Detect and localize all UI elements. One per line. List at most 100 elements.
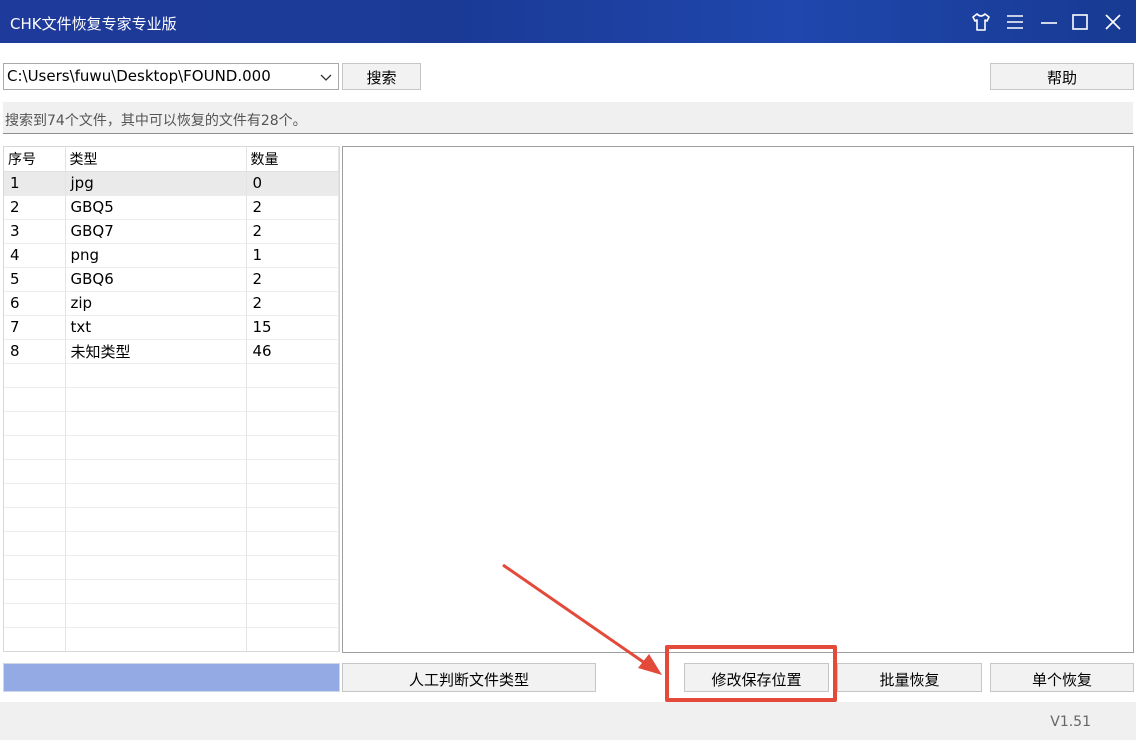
close-icon[interactable] <box>1102 11 1124 33</box>
empty-cell <box>4 387 66 412</box>
progress-fill <box>4 664 339 691</box>
cell-type: txt <box>65 315 247 340</box>
empty-cell <box>4 603 66 628</box>
empty-cell <box>65 459 247 484</box>
empty-cell <box>65 363 247 388</box>
status-bar: V1.51 <box>0 702 1136 740</box>
tshirt-icon[interactable] <box>970 11 992 33</box>
empty-cell <box>65 579 247 604</box>
file-preview-pane[interactable] <box>342 146 1134 653</box>
chevron-down-icon[interactable] <box>319 70 333 84</box>
cell-type: GBQ5 <box>65 195 247 220</box>
empty-cell <box>65 627 247 651</box>
cell-count: 46 <box>246 339 339 364</box>
empty-table-row <box>4 483 339 508</box>
change-save-location-button[interactable]: 修改保存位置 <box>684 663 829 692</box>
cell-index: 4 <box>4 243 66 268</box>
search-status-text: 搜索到74个文件，其中可以恢复的文件有28个。 <box>3 102 1133 134</box>
table-row[interactable]: 5 GBQ6 2 <box>4 267 339 292</box>
cell-count: 0 <box>246 171 339 196</box>
column-header-count[interactable]: 数量 <box>246 147 339 172</box>
empty-cell <box>246 483 339 508</box>
empty-table-row <box>4 435 339 460</box>
column-header-type[interactable]: 类型 <box>65 147 247 172</box>
table-row[interactable]: 3 GBQ7 2 <box>4 219 339 244</box>
version-label: V1.51 <box>1050 714 1091 730</box>
empty-table-row <box>4 555 339 580</box>
menu-icon[interactable] <box>1004 11 1026 33</box>
window-title: CHK文件恢复专家专业版 <box>10 15 177 33</box>
cell-count: 2 <box>246 219 339 244</box>
empty-cell <box>65 555 247 580</box>
empty-cell <box>4 363 66 388</box>
empty-cell <box>246 435 339 460</box>
empty-cell <box>4 555 66 580</box>
empty-table-row <box>4 363 339 388</box>
table-row[interactable]: 4 png 1 <box>4 243 339 268</box>
table-row[interactable]: 8 未知类型 46 <box>4 339 339 364</box>
cell-index: 2 <box>4 195 66 220</box>
cell-index: 1 <box>4 171 66 196</box>
table-row[interactable]: 6 zip 2 <box>4 291 339 316</box>
empty-cell <box>65 507 247 532</box>
empty-cell <box>246 387 339 412</box>
empty-cell <box>4 579 66 604</box>
empty-cell <box>246 603 339 628</box>
empty-cell <box>4 483 66 508</box>
cell-type: 未知类型 <box>65 339 247 364</box>
cell-count: 2 <box>246 267 339 292</box>
empty-cell <box>246 627 339 651</box>
title-bar: CHK文件恢复专家专业版 <box>0 0 1136 43</box>
maximize-icon[interactable] <box>1069 11 1091 33</box>
cell-type: zip <box>65 291 247 316</box>
cell-index: 6 <box>4 291 66 316</box>
cell-count: 2 <box>246 291 339 316</box>
empty-cell <box>4 627 66 651</box>
empty-cell <box>65 411 247 436</box>
empty-table-row <box>4 531 339 556</box>
empty-cell <box>65 483 247 508</box>
empty-cell <box>4 507 66 532</box>
empty-table-row <box>4 603 339 628</box>
empty-cell <box>246 507 339 532</box>
empty-cell <box>4 435 66 460</box>
empty-cell <box>4 459 66 484</box>
cell-count: 1 <box>246 243 339 268</box>
column-header-index[interactable]: 序号 <box>4 147 66 172</box>
empty-cell <box>4 411 66 436</box>
help-button[interactable]: 帮助 <box>990 63 1134 90</box>
progress-bar <box>3 663 340 692</box>
cell-index: 7 <box>4 315 66 340</box>
empty-cell <box>65 531 247 556</box>
empty-table-row <box>4 459 339 484</box>
cell-index: 8 <box>4 339 66 364</box>
cell-type: png <box>65 243 247 268</box>
cell-index: 3 <box>4 219 66 244</box>
search-button[interactable]: 搜索 <box>342 63 421 90</box>
table-row[interactable]: 7 txt 15 <box>4 315 339 340</box>
empty-table-row <box>4 627 339 651</box>
empty-cell <box>246 363 339 388</box>
cell-count: 2 <box>246 195 339 220</box>
empty-cell <box>65 387 247 412</box>
empty-table-row <box>4 579 339 604</box>
empty-table-row <box>4 411 339 436</box>
file-type-table[interactable]: 序号 类型 数量 1 jpg 0 2 GBQ5 2 3 GBQ7 2 4 png 1 5 GBQ6 2 6 zi… <box>3 146 340 652</box>
empty-cell <box>246 555 339 580</box>
single-recover-button[interactable]: 单个恢复 <box>990 663 1134 692</box>
batch-recover-button[interactable]: 批量恢复 <box>837 663 982 692</box>
table-row[interactable]: 1 jpg 0 <box>4 171 339 196</box>
cell-index: 5 <box>4 267 66 292</box>
manual-file-type-button[interactable]: 人工判断文件类型 <box>342 663 596 692</box>
cell-count: 15 <box>246 315 339 340</box>
table-row[interactable]: 2 GBQ5 2 <box>4 195 339 220</box>
minimize-icon[interactable] <box>1038 11 1060 33</box>
path-combobox[interactable]: C:\Users\fuwu\Desktop\FOUND.000 <box>3 63 339 90</box>
empty-cell <box>246 531 339 556</box>
empty-cell <box>65 435 247 460</box>
cell-type: GBQ6 <box>65 267 247 292</box>
empty-table-row <box>4 387 339 412</box>
empty-cell <box>65 603 247 628</box>
empty-cell <box>246 411 339 436</box>
empty-cell <box>246 459 339 484</box>
